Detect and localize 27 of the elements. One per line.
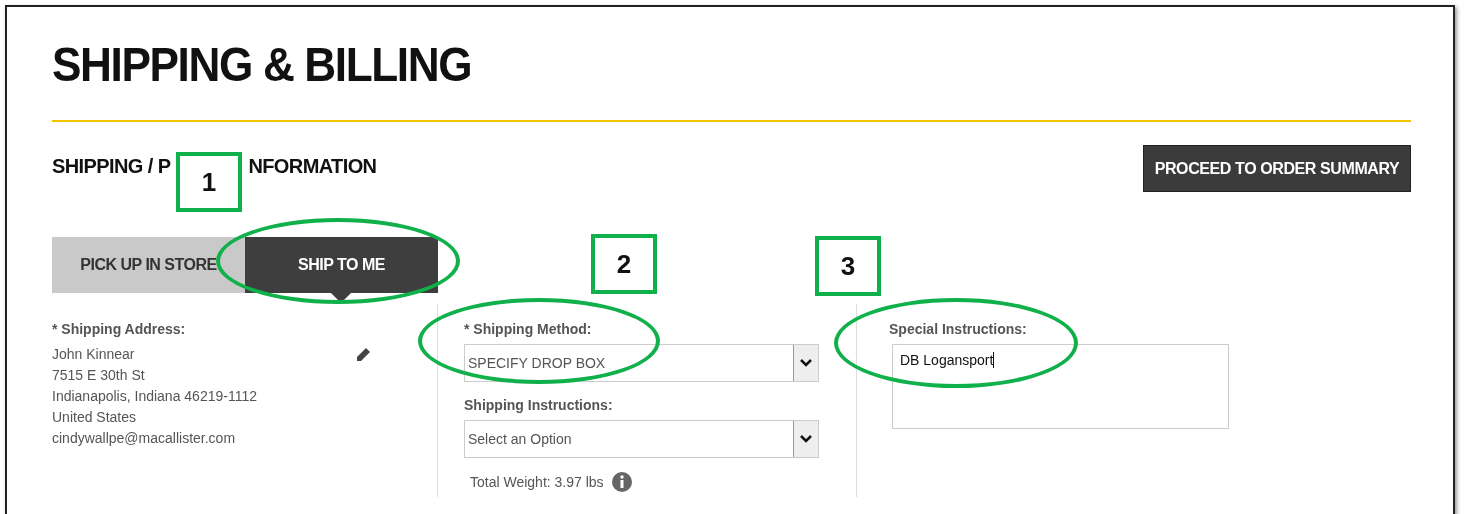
dropdown[interactable]: SPECIFY DROP BOX [464,344,819,382]
pencil-icon[interactable] [354,346,372,364]
address-line: Indianapolis, Indiana 46219-1112 [52,387,258,406]
address-line: 7515 E 30th St [52,366,146,385]
tab-pointer-icon [331,293,351,303]
text-area[interactable]: DB Logansport [892,344,1229,429]
address-line: United States [52,408,138,427]
info-icon[interactable] [611,472,632,492]
section-heading: NFORMATION [248,155,377,178]
field-label: Shipping Instructions: [464,397,614,413]
callout-number: 1 [176,152,242,212]
caret-icon [799,358,813,368]
caret-icon [799,434,813,444]
page-title: SHIPPING & BILLING [52,37,473,93]
dropdown[interactable]: Select an Option [464,420,819,458]
section-heading: SHIPPING / P [52,155,171,178]
address-line: John Kinnear [52,345,136,364]
field-label: * Shipping Method: [464,321,593,337]
callout-number: 2 [591,234,657,294]
total-weight: Total Weight: 3.97 lbs [470,474,604,490]
tab[interactable]: SHIP TO ME [245,237,438,293]
tab[interactable]: PICK UP IN STORE [52,237,245,293]
proceed-button[interactable]: PROCEED TO ORDER SUMMARY [1143,145,1411,192]
field-label: * Shipping Address: [52,321,187,337]
address-line: cindywallpe@macallister.com [52,429,237,448]
field-label: Special Instructions: [889,321,1028,337]
callout-number: 3 [815,236,881,296]
